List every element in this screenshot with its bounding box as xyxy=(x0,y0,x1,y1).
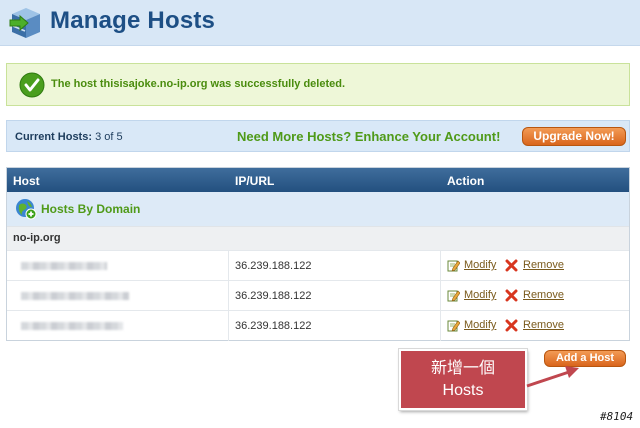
current-hosts: Current Hosts: 3 of 5 xyxy=(15,131,123,143)
domain-label: no-ip.org xyxy=(13,232,61,244)
ip-cell: 36.239.188.122 xyxy=(229,281,441,311)
modify-link[interactable]: Modify xyxy=(464,319,496,331)
server-stack-icon xyxy=(9,8,40,38)
hosts-table: Host IP/URL Action Hosts By Domain no-ip… xyxy=(6,167,630,341)
current-hosts-value: 3 of 5 xyxy=(95,131,123,143)
ip-value: 36.239.188.122 xyxy=(235,320,312,332)
modify-link[interactable]: Modify xyxy=(464,289,496,301)
group-header: Hosts By Domain xyxy=(7,192,629,226)
edit-icon xyxy=(447,260,460,272)
group-title: Hosts By Domain xyxy=(41,202,141,216)
remove-x-icon xyxy=(505,319,518,332)
modify-link[interactable]: Modify xyxy=(464,259,496,271)
edit-icon xyxy=(447,320,460,332)
column-host: Host xyxy=(13,174,40,188)
watermark-tag: #8104 xyxy=(600,410,634,423)
table-row: 36.239.188.122 Modify Remove xyxy=(7,250,629,281)
action-cell: Modify Remove xyxy=(441,311,629,341)
upgrade-pitch: Need More Hosts? Enhance Your Account! xyxy=(237,129,501,144)
column-action: Action xyxy=(447,174,485,188)
ip-cell: 36.239.188.122 xyxy=(229,251,441,281)
redacted-hostname xyxy=(21,262,107,270)
remove-x-icon xyxy=(505,259,518,272)
table-header: Host IP/URL Action xyxy=(7,168,629,192)
redacted-hostname xyxy=(21,322,123,330)
annotation-arrow-icon xyxy=(526,366,579,388)
remove-link[interactable]: Remove xyxy=(523,259,564,271)
annotation-line1: 新增一個 xyxy=(430,360,495,377)
success-alert: The host thisisajoke.no-ip.org was succe… xyxy=(6,63,630,106)
page-header: Manage Hosts xyxy=(0,0,640,46)
ip-value: 36.239.188.122 xyxy=(235,290,312,302)
table-row: 36.239.188.122 Modify Remove xyxy=(7,310,629,341)
remove-x-icon xyxy=(505,289,518,302)
alert-message: The host thisisajoke.no-ip.org was succe… xyxy=(51,78,346,90)
action-cell: Modify Remove xyxy=(441,281,629,311)
annotation-callout: 新增一個 Hosts xyxy=(399,349,527,410)
column-ip: IP/URL xyxy=(235,174,275,188)
ip-cell: 36.239.188.122 xyxy=(229,311,441,341)
action-cell: Modify Remove xyxy=(441,251,629,281)
globe-add-icon xyxy=(16,199,37,220)
upgrade-now-button[interactable]: Upgrade Now! xyxy=(522,127,626,146)
edit-icon xyxy=(447,290,460,302)
table-row: 36.239.188.122 Modify Remove xyxy=(7,280,629,311)
remove-link[interactable]: Remove xyxy=(523,289,564,301)
host-cell xyxy=(7,251,229,281)
checkmark-icon xyxy=(19,72,45,98)
host-cell xyxy=(7,311,229,341)
current-hosts-label: Current Hosts: xyxy=(15,131,93,143)
page-title: Manage Hosts xyxy=(50,7,216,34)
account-bar: Current Hosts: 3 of 5 Need More Hosts? E… xyxy=(6,120,630,152)
annotation-line2: Hosts xyxy=(442,382,484,399)
redacted-hostname xyxy=(21,292,129,300)
remove-link[interactable]: Remove xyxy=(523,319,564,331)
ip-value: 36.239.188.122 xyxy=(235,260,312,272)
domain-row: no-ip.org xyxy=(7,226,629,250)
host-cell xyxy=(7,281,229,311)
